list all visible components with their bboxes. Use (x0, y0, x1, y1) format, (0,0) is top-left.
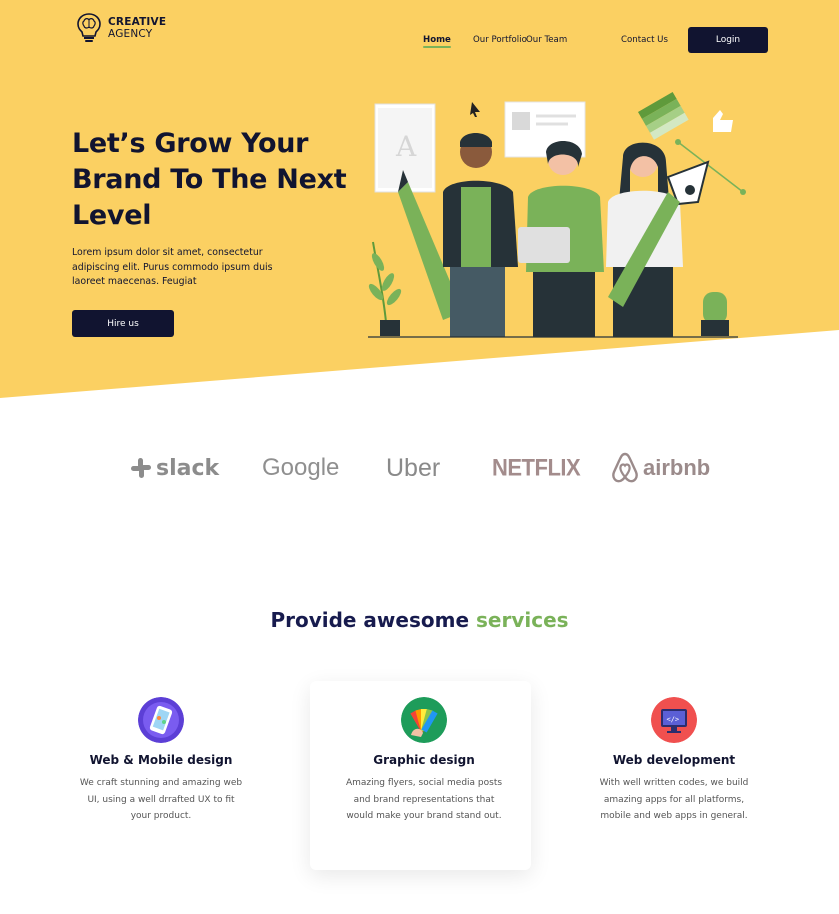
client-slack: slack (130, 448, 219, 488)
mobile-design-icon (138, 697, 184, 743)
client-netflix-name: NETFLIX (492, 453, 581, 481)
svg-text:A: A (395, 130, 417, 163)
client-uber: Uber (386, 448, 440, 488)
client-airbnb-name: airbnb (643, 455, 711, 480)
color-palette-icon (401, 697, 447, 743)
login-button[interactable]: Login (688, 27, 768, 53)
brand-name-line1: CREATIVE (108, 16, 167, 28)
hero-description: Lorem ipsum dolor sit amet, consectetur … (72, 247, 273, 287)
client-netflix: NETFLIX (492, 446, 581, 489)
services-title: Provide awesome services (0, 608, 839, 632)
nav-contact-us[interactable]: Contact Us (621, 35, 668, 45)
client-google-name: Google (262, 454, 340, 481)
hero-title: Let’s Grow Your Brand To The Next Level (72, 128, 347, 231)
brand-name-line2: AGENCY (108, 28, 153, 40)
service-name: Web & Mobile design (89, 753, 233, 767)
service-card-web-development[interactable]: </> Web development With well written co… (574, 697, 774, 825)
services-title-prefix: Provide awesome (270, 608, 470, 632)
service-name: Graphic design (373, 753, 475, 767)
service-name: Web development (612, 753, 736, 767)
hero-team-illustration: A (368, 92, 746, 338)
service-description: With well written codes, we build amazin… (599, 778, 749, 821)
nav-our-portfolio[interactable]: Our Portfolio (473, 35, 527, 45)
service-card-web-mobile-design[interactable]: Web & Mobile design We craft stunning an… (61, 697, 261, 825)
client-uber-name: Uber (386, 453, 441, 482)
code-monitor-icon: </> (651, 697, 697, 743)
client-logos: slack Google Uber NETFLIX airbnb (0, 448, 839, 488)
services-title-accent: services (476, 608, 569, 632)
airbnb-icon (612, 452, 638, 483)
hire-us-button[interactable]: Hire us (72, 310, 174, 337)
client-google: Google (262, 448, 339, 488)
svg-text:</>: </> (667, 716, 680, 724)
lightbulb-brain-icon (77, 13, 101, 42)
nav-our-team[interactable]: Our Team (526, 35, 567, 45)
client-slack-name: slack (156, 455, 220, 481)
brand-logo[interactable]: CREATIVE AGENCY (76, 12, 166, 44)
nav-home[interactable]: Home (423, 35, 451, 48)
client-airbnb: airbnb (611, 448, 710, 488)
slack-icon (131, 458, 151, 478)
service-description: We craft stunning and amazing web UI, us… (79, 778, 243, 821)
service-card-graphic-design[interactable]: Graphic design Amazing flyers, social me… (324, 697, 524, 825)
service-description: Amazing flyers, social media posts and b… (345, 778, 503, 821)
